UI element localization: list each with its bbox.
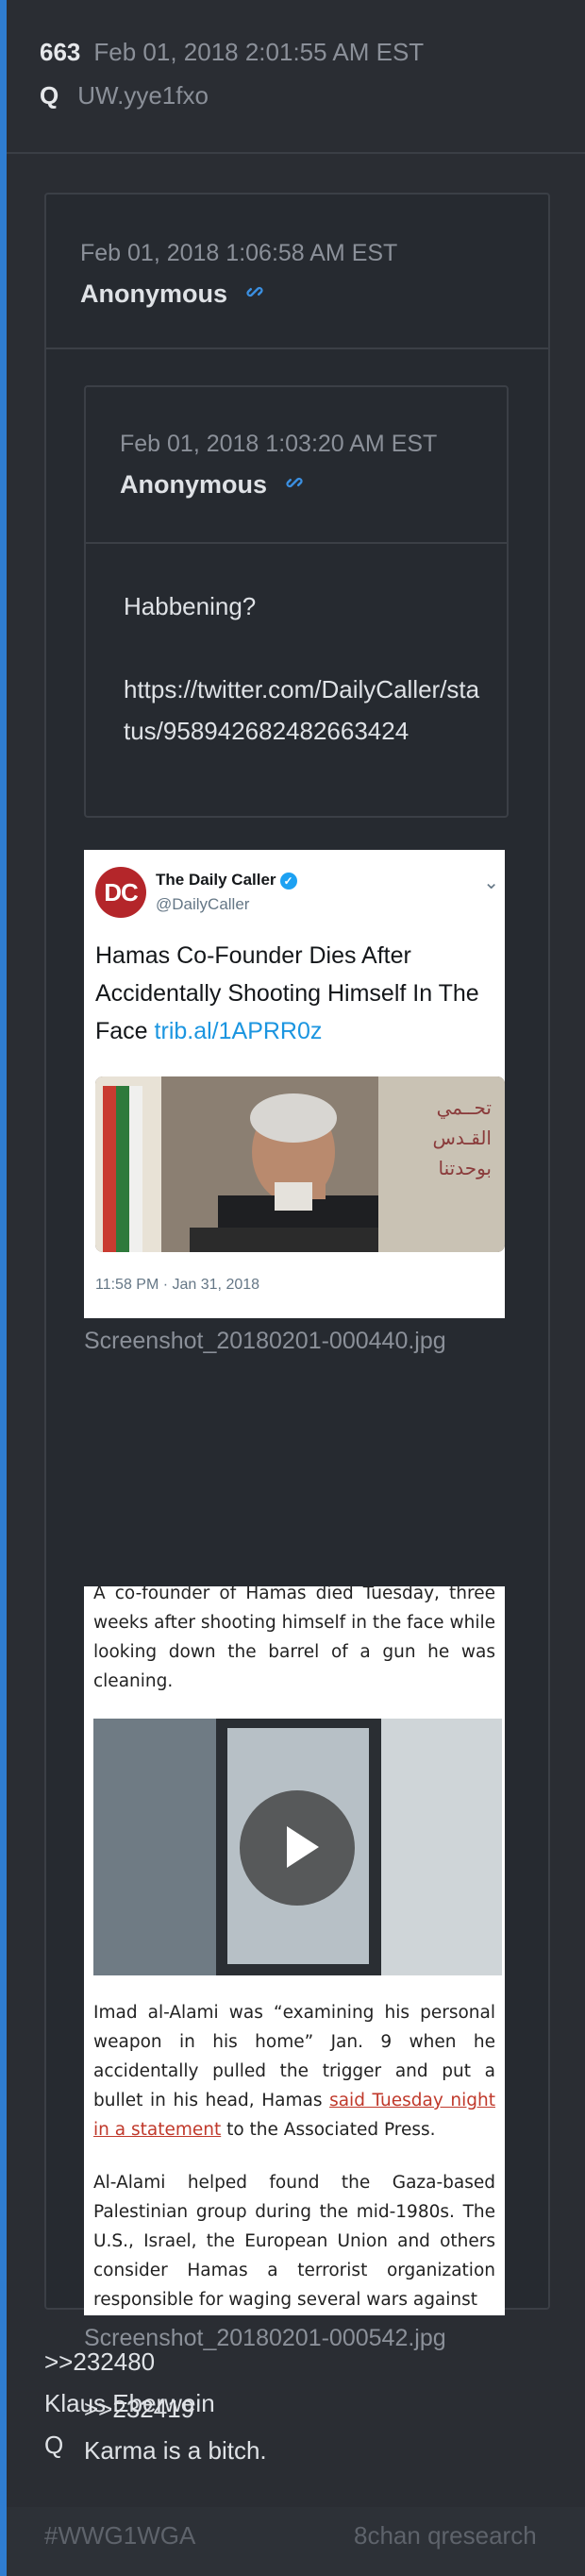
post-header: 663 Feb 01, 2018 2:01:55 AM EST [40,38,424,67]
article-screenshot[interactable]: A co-founder of Hamas died Tuesday, thre… [84,1586,505,2315]
inner-post-body: Habbening? https://twitter.com/DailyCall… [124,585,482,752]
post-body-line-1: Klaus Eberwein [44,2389,215,2417]
quoted-post-date: Feb 01, 2018 1:06:58 AM EST [80,240,398,266]
inner-post-url[interactable]: https://twitter.com/DailyCaller/status/9… [124,669,482,752]
post-container: 663 Feb 01, 2018 2:01:55 AM EST Q UW.yye1f… [7,0,585,2576]
quoted-post-header: Feb 01, 2018 1:06:58 AM EST Anonymous [46,195,548,349]
article-paragraph-1: A co-founder of Hamas died Tuesday, thre… [93,1586,495,1691]
tweet-text: Hamas Co-Founder Dies After Accidentally… [95,937,496,1050]
post-accent-bar [0,0,7,2576]
article-paragraph-2: Imad al-Alami was “examining his persona… [93,1998,495,2144]
footer-source: 8chan qresearch [354,2521,537,2550]
daily-caller-logo: DC [95,867,146,918]
chevron-down-icon: ⌄ [483,873,499,893]
svg-text:بوحدتنا: بوحدتنا [439,1157,492,1179]
article-paragraph-3: Al-Alami helped found the Gaza-based Pal… [93,2173,495,2310]
post-author-line: Q UW.yye1fxo [40,81,209,110]
tweet-author-name: The Daily Caller ✓ [156,871,297,890]
post-reply-reference[interactable]: >>232480 [44,2347,155,2377]
play-icon [240,1790,355,1906]
post-number[interactable]: 663 [40,38,80,66]
post-tripcode: UW.yye1fxo [77,81,209,110]
header-divider [7,152,585,154]
tweet-link: trib.al/1APRR0z [154,1018,323,1044]
inner-post-author: Anonymous [120,470,268,499]
tweet-photo-image: تحــمي القـدس بوحدتنا [95,1076,505,1252]
post-author: Q [40,81,59,110]
quoted-post: Feb 01, 2018 1:06:58 AM EST Anonymous Fe… [44,193,550,2465]
image-filename-1[interactable]: Screenshot_20180201-000440.jpg [84,1328,446,1355]
verified-icon: ✓ [279,872,297,890]
post-date: Feb 01, 2018 2:01:55 AM EST [93,38,425,66]
article-video [93,1719,502,1975]
article-p2-end: to the Associated Press. [221,2120,436,2140]
inner-post-text: Habbening? [124,592,257,620]
svg-text:تحــمي: تحــمي [437,1096,492,1120]
inner-post-date: Feb 01, 2018 1:03:20 AM EST [120,431,438,457]
reply-text: Karma is a bitch. [84,2436,267,2465]
tweet-timestamp: 11:58 PM · Jan 31, 2018 [95,1277,260,1293]
quoted-post-author: Anonymous [80,280,228,308]
inner-quoted-post: Feb 01, 2018 1:03:20 AM EST Anonymous Ha… [84,385,509,818]
tweet-photo: تحــمي القـدس بوحدتنا [95,1076,505,1252]
post-body-line-2: Q [44,2431,64,2459]
svg-text:القـدس: القـدس [432,1127,492,1149]
footer-hashtag: #WWG1WGA [44,2521,196,2550]
tweet-screenshot[interactable]: DC The Daily Caller ✓ @DailyCaller ⌄ Hama… [84,850,505,1318]
tweet-handle: @DailyCaller [156,895,250,913]
inner-post-header: Feb 01, 2018 1:03:20 AM EST Anonymous [86,387,507,544]
link-icon[interactable] [280,468,309,497]
link-icon[interactable] [241,278,269,306]
tweet-name-text: The Daily Caller [156,871,276,889]
